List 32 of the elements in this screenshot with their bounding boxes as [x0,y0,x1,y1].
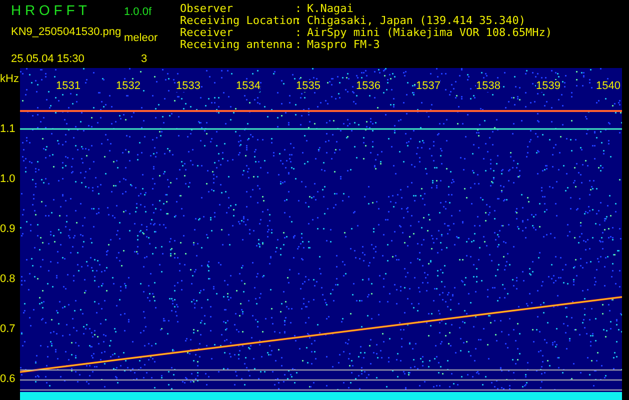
frequency-label: 0.9 [0,222,16,236]
mode-label: meleor [124,31,159,46]
time-label: 1531 [56,80,80,92]
info-value: K.Nagai [307,3,354,15]
time-label: 1532 [116,80,140,92]
app-title: H R O F F T [11,3,88,20]
datetime-label: 25.05.04 15:30 [11,52,86,67]
info-value: Maspro FM-3 [307,39,380,51]
frequency-label: 0.7 [0,322,16,336]
info-separator: : [295,27,303,39]
info-value: AirSpy mini (Miakejima VOR 108.65MHz) [307,27,552,39]
time-label: 1534 [236,80,260,92]
frequency-label: 0.8 [0,272,16,286]
count-label: 3 [140,52,148,67]
filename-label: KN9_2505041530.png [11,25,122,40]
frequency-label: 0.6 [0,372,16,386]
time-label: 1536 [356,80,380,92]
frequency-label: 1.1 [0,122,16,136]
time-label: 1537 [416,80,440,92]
time-label: 1533 [176,80,200,92]
time-label: 1535 [296,80,320,92]
info-label: Receiving antenna [180,39,294,51]
info-label: Receiver [180,27,233,39]
time-label: 1538 [476,80,500,92]
frequency-label: 1.0 [0,172,16,186]
info-separator: : [295,39,303,51]
unit-label: kHz [0,72,20,86]
time-label: 1539 [536,80,560,92]
info-value: Chigasaki, Japan (139.414 35.340) [307,15,526,27]
info-separator: : [295,3,303,15]
info-label: Observer [180,3,234,15]
time-label: 1540 [596,80,620,92]
